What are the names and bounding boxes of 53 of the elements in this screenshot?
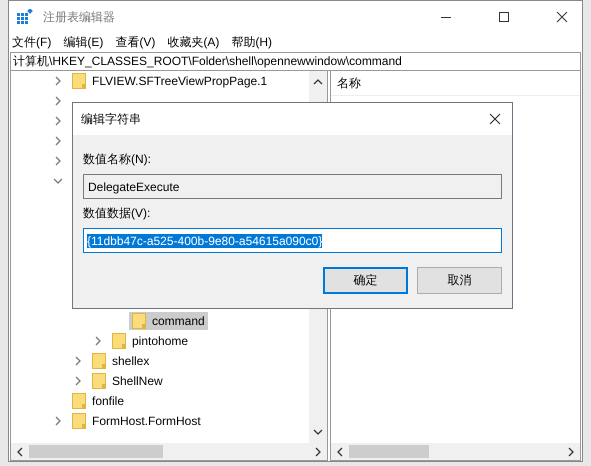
menu-item[interactable]: 查看(V) — [115, 34, 156, 51]
scroll-left-icon[interactable] — [337, 446, 343, 456]
folder-icon — [72, 73, 86, 89]
address-bar[interactable]: 计算机\HKEY_CLASSES_ROOT\Folder\shell\opennewwindow\command — [10, 52, 581, 71]
tree-item[interactable]: FLVIEW.SFTreeViewPropPage.1 — [69, 72, 270, 90]
horizontal-scrollbar[interactable] — [11, 443, 327, 460]
expand-chevron-icon[interactable] — [73, 376, 83, 386]
menu-item[interactable]: 编辑(E) — [63, 34, 104, 51]
folder-icon — [92, 373, 106, 389]
expand-chevron-icon[interactable] — [53, 156, 63, 166]
tree-item[interactable]: fonfile — [69, 392, 128, 410]
scroll-down-icon[interactable] — [313, 429, 323, 435]
collapse-chevron-icon[interactable] — [53, 176, 63, 186]
tree-item[interactable]: ShellNew — [89, 372, 166, 390]
scroll-up-icon[interactable] — [313, 79, 323, 85]
folder-icon — [72, 393, 86, 409]
tree-item[interactable]: shellex — [89, 352, 152, 370]
column-header[interactable]: 名称 — [337, 74, 361, 92]
value-name-label: 数值名称(N): — [83, 151, 152, 168]
scroll-right-icon[interactable] — [315, 446, 321, 456]
ok-button[interactable]: 确定 — [323, 267, 408, 294]
expand-chevron-icon[interactable] — [73, 356, 83, 366]
folder-icon — [92, 353, 106, 369]
expand-chevron-icon[interactable] — [93, 336, 103, 346]
menu-item[interactable]: 帮助(H) — [231, 34, 272, 51]
value-data-label: 数值数据(V): — [83, 205, 152, 222]
menu-item[interactable]: 收藏夹(A) — [167, 34, 220, 51]
folder-icon — [112, 333, 126, 349]
maximize-icon[interactable] — [498, 11, 510, 23]
window-title: 注册表编辑器 — [43, 8, 115, 26]
tree-item[interactable]: command — [129, 312, 208, 330]
scroll-thumb[interactable] — [349, 445, 429, 458]
dialog-title: 编辑字符串 — [81, 110, 141, 128]
tree-item[interactable]: FormHost.FormHost — [69, 412, 204, 430]
expand-chevron-icon[interactable] — [53, 136, 63, 146]
cancel-button[interactable]: 取消 — [417, 267, 502, 294]
scroll-right-icon[interactable] — [568, 446, 574, 456]
registry-icon — [17, 9, 33, 25]
expand-chevron-icon[interactable] — [53, 116, 63, 126]
value-data-field[interactable]: {11dbb47c-a525-400b-9e80-a54615a090c0} — [83, 228, 502, 253]
expand-chevron-icon[interactable] — [53, 76, 63, 86]
close-icon[interactable] — [489, 113, 501, 125]
menu-item[interactable]: 文件(F) — [12, 34, 52, 51]
tree-item[interactable]: pintohome — [109, 332, 192, 350]
folder-icon — [132, 313, 146, 329]
horizontal-scrollbar[interactable] — [331, 443, 580, 460]
expand-chevron-icon[interactable] — [53, 416, 63, 426]
close-icon[interactable] — [556, 11, 568, 23]
folder-icon — [72, 413, 86, 429]
expand-chevron-icon[interactable] — [53, 96, 63, 106]
scroll-left-icon[interactable] — [17, 446, 23, 456]
scroll-thumb[interactable] — [29, 445, 163, 458]
value-name-field[interactable]: DelegateExecute — [83, 174, 502, 199]
